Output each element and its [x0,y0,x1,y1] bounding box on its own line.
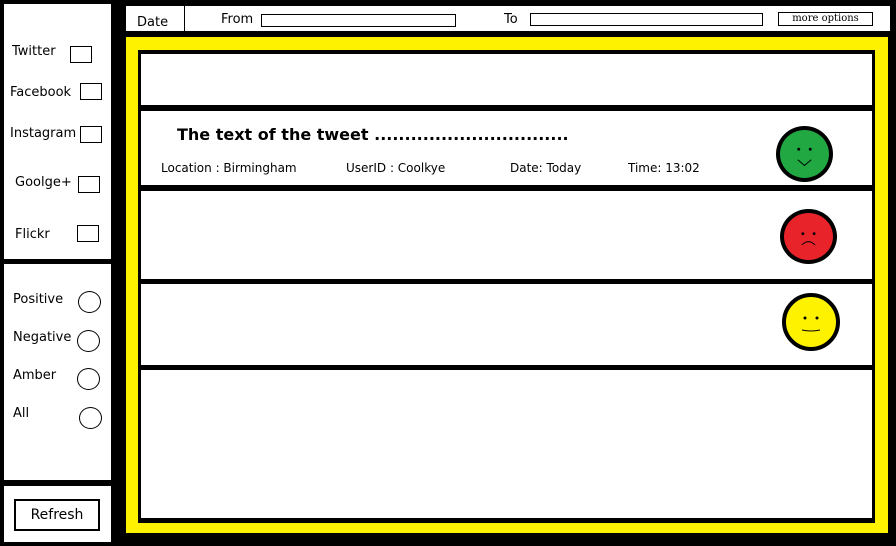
refresh-button[interactable]: Refresh [14,499,100,531]
tweet-row[interactable] [141,370,872,518]
facebook-label: Facebook [10,85,72,100]
instagram-label: Instagram [10,126,77,141]
amber-radio[interactable] [77,368,100,390]
all-radio[interactable] [79,407,102,429]
to-date-input[interactable] [530,13,763,26]
positive-label: Positive [13,292,64,307]
negative-label: Negative [13,330,72,345]
tweet-feed: The text of the tweet ..................… [138,50,875,523]
amber-label: Amber [13,368,57,383]
twitter-label: Twitter [12,44,56,59]
positive-smiley-icon [776,126,833,182]
from-label: From [221,12,254,27]
tweet-time: Time: 13:02 [628,161,700,175]
flickr-checkbox[interactable] [77,225,99,242]
googleplus-checkbox[interactable] [78,176,100,193]
from-date-input[interactable] [261,14,456,27]
tweet-location: Location : Birmingham [161,161,297,175]
flickr-label: Flickr [15,227,50,242]
date-range-bar: Date From To more options [126,6,890,31]
divider [184,6,185,31]
tweet-row[interactable] [141,191,872,279]
all-label: All [13,406,30,421]
facebook-checkbox[interactable] [80,83,102,100]
sentiment-filter-panel: Positive Negative Amber All [4,264,111,480]
tweet-user-id: UserID : Coolkye [346,161,446,175]
amber-neutral-face-icon [782,293,840,351]
tweet-date: Date: Today [510,161,582,175]
tweet-row[interactable] [141,284,872,365]
twitter-checkbox[interactable] [70,46,92,63]
negative-radio[interactable] [77,330,100,352]
negative-sad-face-icon [780,209,837,264]
tweet-row[interactable]: The text of the tweet ..................… [141,111,872,185]
positive-radio[interactable] [78,291,101,313]
instagram-checkbox[interactable] [80,126,102,143]
source-filter-panel: Twitter Facebook Instagram Goolge+ Flick… [4,4,111,259]
to-label: To [504,12,518,27]
tweet-ellipsis: ................................ [374,125,569,144]
more-options-button[interactable]: more options [778,12,873,26]
date-label: Date [137,15,169,30]
tweet-row[interactable] [141,54,872,105]
refresh-panel: Refresh [4,486,111,542]
tweet-text: The text of the tweet ..................… [177,125,569,144]
googleplus-label: Goolge+ [15,175,72,190]
